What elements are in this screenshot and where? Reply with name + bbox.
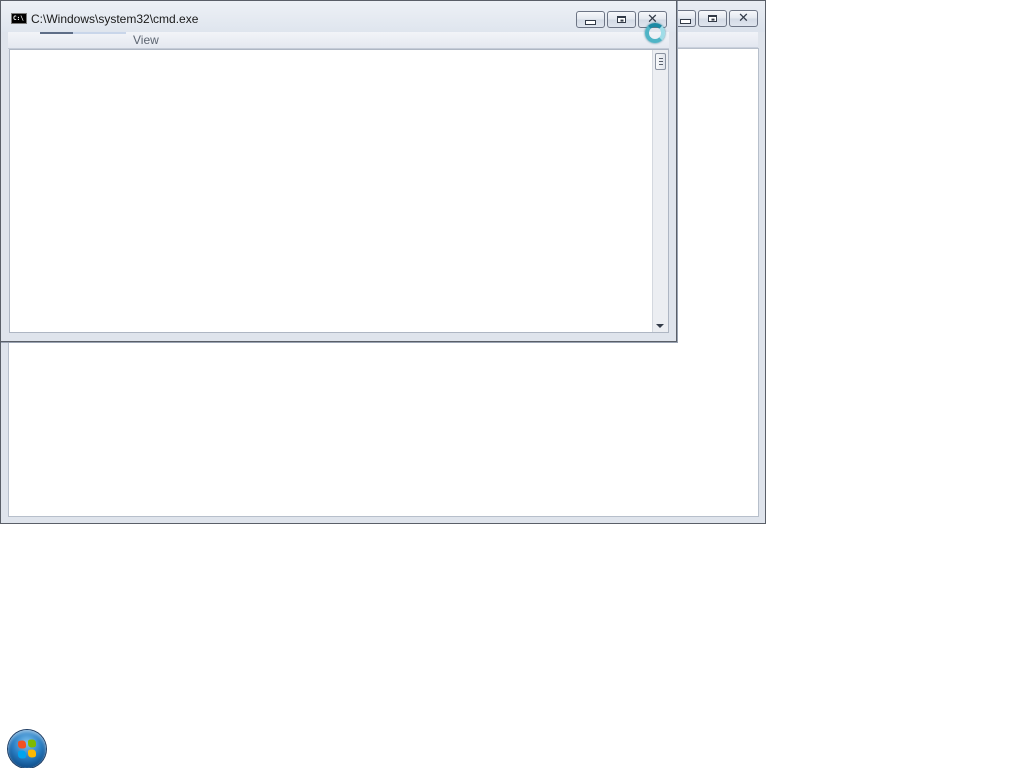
background-window-controls: ✕: [676, 10, 758, 27]
scroll-down-arrow-icon[interactable]: [656, 324, 664, 328]
grip-line: [659, 61, 663, 62]
close-icon: ✕: [738, 11, 749, 26]
cmd-window[interactable]: C:\ C:\Windows\system32\cmd.exe ✕ View: [0, 0, 677, 342]
maximize-button[interactable]: [607, 11, 636, 28]
menu-bar: View: [8, 32, 669, 49]
minimize-button[interactable]: [576, 11, 605, 28]
minimize-icon: [585, 20, 596, 25]
flag-yellow-pane: [28, 749, 36, 758]
desktop: ✕ C:\ C:\Windows\system32\cmd.exe ✕ View: [0, 0, 1024, 768]
windows-start-orb-icon: [18, 739, 36, 759]
menu-item-view[interactable]: View: [133, 33, 159, 47]
busy-spinner-icon: [645, 23, 665, 43]
grip-line: [659, 64, 663, 65]
scrollbar-thumb[interactable]: [655, 53, 666, 70]
maximize-icon: [617, 16, 626, 23]
maximize-icon: [708, 15, 717, 22]
grip-line: [659, 58, 663, 59]
start-button[interactable]: [8, 730, 46, 768]
console-output-area[interactable]: [9, 49, 669, 333]
vertical-scrollbar[interactable]: [652, 50, 668, 332]
background-maximize-button[interactable]: [698, 10, 727, 27]
window-title: C:\Windows\system32\cmd.exe: [31, 12, 199, 26]
console-icon[interactable]: C:\: [11, 13, 27, 24]
minimize-icon: [680, 19, 691, 24]
background-close-button[interactable]: ✕: [729, 10, 758, 27]
background-minimize-button[interactable]: [676, 10, 696, 27]
flag-green-pane: [28, 739, 36, 748]
tab-indicator-highlight: [73, 32, 126, 34]
cmd-window-titlebar[interactable]: C:\ C:\Windows\system32\cmd.exe ✕: [1, 1, 676, 32]
active-tab-indicator: [40, 32, 73, 34]
flag-blue-pane: [18, 750, 26, 759]
flag-red-pane: [18, 740, 26, 749]
